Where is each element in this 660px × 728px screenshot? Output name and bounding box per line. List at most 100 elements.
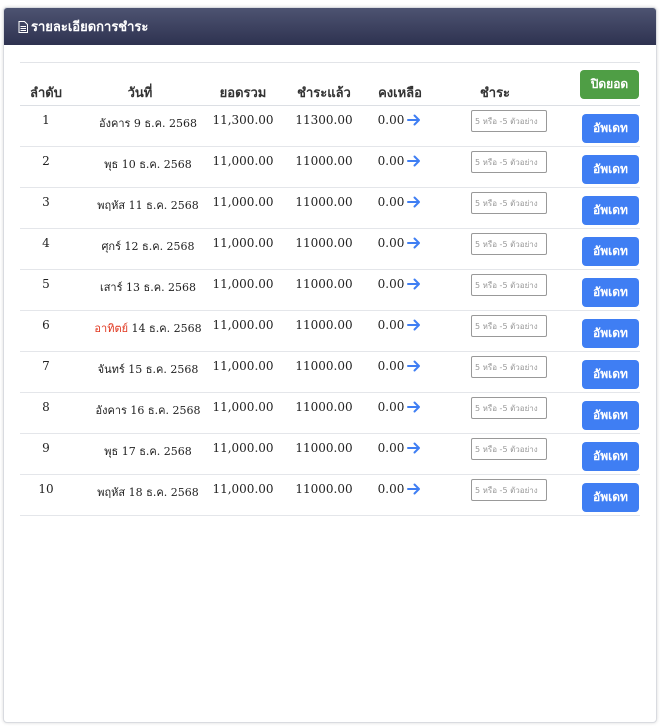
- payment-input[interactable]: [471, 274, 547, 296]
- update-button[interactable]: อัพเดท: [582, 155, 639, 184]
- payment-input[interactable]: [471, 479, 547, 501]
- payment-input[interactable]: [471, 438, 547, 460]
- row-date: พฤหัส 11 ธ.ค. 2568: [92, 196, 204, 214]
- row-date: จันทร์ 15 ธ.ค. 2568: [92, 360, 204, 378]
- table-row: 4 ศุกร์ 12 ธ.ค. 2568 11,000.00 11000.00 0.00…: [20, 229, 640, 270]
- arrow-right-icon[interactable]: [407, 237, 421, 249]
- column-header-paid: ชำระแล้ว: [297, 86, 351, 101]
- row-day: ศุกร์: [101, 240, 121, 253]
- row-date-text: 15 ธ.ค. 2568: [128, 363, 199, 376]
- document-icon: [18, 20, 28, 33]
- row-day: พุธ: [104, 158, 119, 171]
- row-paid: 11000.00: [295, 441, 353, 455]
- payment-input[interactable]: [471, 192, 547, 214]
- row-number: 6: [42, 318, 50, 332]
- row-day: พฤหัส: [97, 486, 126, 499]
- table-row: 7 จันทร์ 15 ธ.ค. 2568 11,000.00 11000.00 0.0…: [20, 352, 640, 393]
- update-button[interactable]: อัพเดท: [582, 483, 639, 512]
- row-day: จันทร์: [97, 363, 125, 376]
- column-header-date: วันที่: [127, 86, 153, 101]
- row-paid: 11000.00: [295, 400, 353, 414]
- row-number: 1: [42, 113, 50, 127]
- row-paid: 11000.00: [295, 482, 353, 496]
- row-number: 10: [38, 482, 54, 496]
- arrow-right-icon[interactable]: [407, 401, 421, 413]
- arrow-right-icon[interactable]: [407, 319, 421, 331]
- row-remaining: 0.00: [377, 113, 405, 127]
- row-total: 11,000.00: [212, 318, 274, 332]
- row-total: 11,300.00: [212, 113, 274, 127]
- arrow-right-icon[interactable]: [407, 114, 421, 126]
- arrow-right-icon[interactable]: [407, 155, 421, 167]
- table-row: 10 พฤหัส 18 ธ.ค. 2568 11,000.00 11000.00 0.0…: [20, 475, 640, 516]
- row-day: อังคาร: [99, 117, 131, 130]
- row-remaining: 0.00: [377, 318, 405, 332]
- row-day: อาทิตย์: [94, 322, 129, 335]
- row-date: อังคาร 9 ธ.ค. 2568: [92, 114, 204, 132]
- close-balance-button[interactable]: ปิดยอด: [580, 70, 639, 99]
- row-date: อาทิตย์ 14 ธ.ค. 2568: [92, 319, 204, 337]
- column-header-total: ยอดรวม: [219, 86, 267, 101]
- row-remaining: 0.00: [377, 441, 405, 455]
- row-day: เสาร์: [99, 281, 123, 294]
- row-date: พุธ 10 ธ.ค. 2568: [92, 155, 204, 173]
- payment-details-panel: รายละเอียดการชำระ ลำดับ วันที่ ยอดรวม ชำ…: [3, 7, 657, 723]
- arrow-right-icon[interactable]: [407, 442, 421, 454]
- row-total: 11,000.00: [212, 359, 274, 373]
- column-header-no: ลำดับ: [30, 86, 62, 101]
- row-date: อังคาร 16 ธ.ค. 2568: [92, 401, 204, 419]
- row-remaining: 0.00: [377, 195, 405, 209]
- arrow-right-icon[interactable]: [407, 360, 421, 372]
- row-date: ศุกร์ 12 ธ.ค. 2568: [92, 237, 204, 255]
- table-row: 5 เสาร์ 13 ธ.ค. 2568 11,000.00 11000.00 0.00…: [20, 270, 640, 311]
- arrow-right-icon[interactable]: [407, 196, 421, 208]
- update-button[interactable]: อัพเดท: [582, 114, 639, 143]
- payment-table: ลำดับ วันที่ ยอดรวม ชำระแล้ว คงเหลือ ชำร…: [20, 62, 640, 516]
- row-number: 5: [42, 277, 50, 291]
- row-paid: 11000.00: [295, 318, 353, 332]
- row-date-text: 11 ธ.ค. 2568: [128, 199, 199, 212]
- payment-input[interactable]: [471, 110, 547, 132]
- arrow-right-icon[interactable]: [407, 483, 421, 495]
- row-number: 7: [42, 359, 50, 373]
- row-total: 11,000.00: [212, 441, 274, 455]
- update-button[interactable]: อัพเดท: [582, 360, 639, 389]
- update-button[interactable]: อัพเดท: [582, 442, 639, 471]
- row-remaining: 0.00: [377, 236, 405, 250]
- row-total: 11,000.00: [212, 277, 274, 291]
- row-remaining: 0.00: [377, 482, 405, 496]
- row-remaining: 0.00: [377, 277, 405, 291]
- update-button[interactable]: อัพเดท: [582, 401, 639, 430]
- table-row: 1 อังคาร 9 ธ.ค. 2568 11,300.00 11300.00 0.00…: [20, 106, 640, 147]
- row-day: พุธ: [104, 445, 119, 458]
- column-header-pay: ชำระ: [479, 86, 511, 101]
- payment-input[interactable]: [471, 151, 547, 173]
- row-number: 2: [42, 154, 50, 168]
- row-total: 11,000.00: [212, 154, 274, 168]
- row-date-text: 14 ธ.ค. 2568: [131, 322, 202, 335]
- row-date-text: 12 ธ.ค. 2568: [124, 240, 195, 253]
- update-button[interactable]: อัพเดท: [582, 237, 639, 266]
- arrow-right-icon[interactable]: [407, 278, 421, 290]
- row-number: 3: [42, 195, 50, 209]
- row-paid: 11000.00: [295, 277, 353, 291]
- row-number: 9: [42, 441, 50, 455]
- update-button[interactable]: อัพเดท: [582, 319, 639, 348]
- update-button[interactable]: อัพเดท: [582, 196, 639, 225]
- row-total: 11,000.00: [212, 400, 274, 414]
- row-date-text: 17 ธ.ค. 2568: [121, 445, 192, 458]
- table-row: 2 พุธ 10 ธ.ค. 2568 11,000.00 11000.00 0.00 อั…: [20, 147, 640, 188]
- row-paid: 11300.00: [295, 113, 353, 127]
- update-button[interactable]: อัพเดท: [582, 278, 639, 307]
- panel-header: รายละเอียดการชำระ: [4, 8, 656, 45]
- row-date-text: 10 ธ.ค. 2568: [121, 158, 192, 171]
- payment-input[interactable]: [471, 356, 547, 378]
- payment-input[interactable]: [471, 233, 547, 255]
- row-remaining: 0.00: [377, 359, 405, 373]
- table-header: ลำดับ วันที่ ยอดรวม ชำระแล้ว คงเหลือ ชำร…: [20, 62, 640, 106]
- row-total: 11,000.00: [212, 482, 274, 496]
- row-day: พฤหัส: [97, 199, 126, 212]
- payment-input[interactable]: [471, 397, 547, 419]
- row-day: อังคาร: [95, 404, 127, 417]
- payment-input[interactable]: [471, 315, 547, 337]
